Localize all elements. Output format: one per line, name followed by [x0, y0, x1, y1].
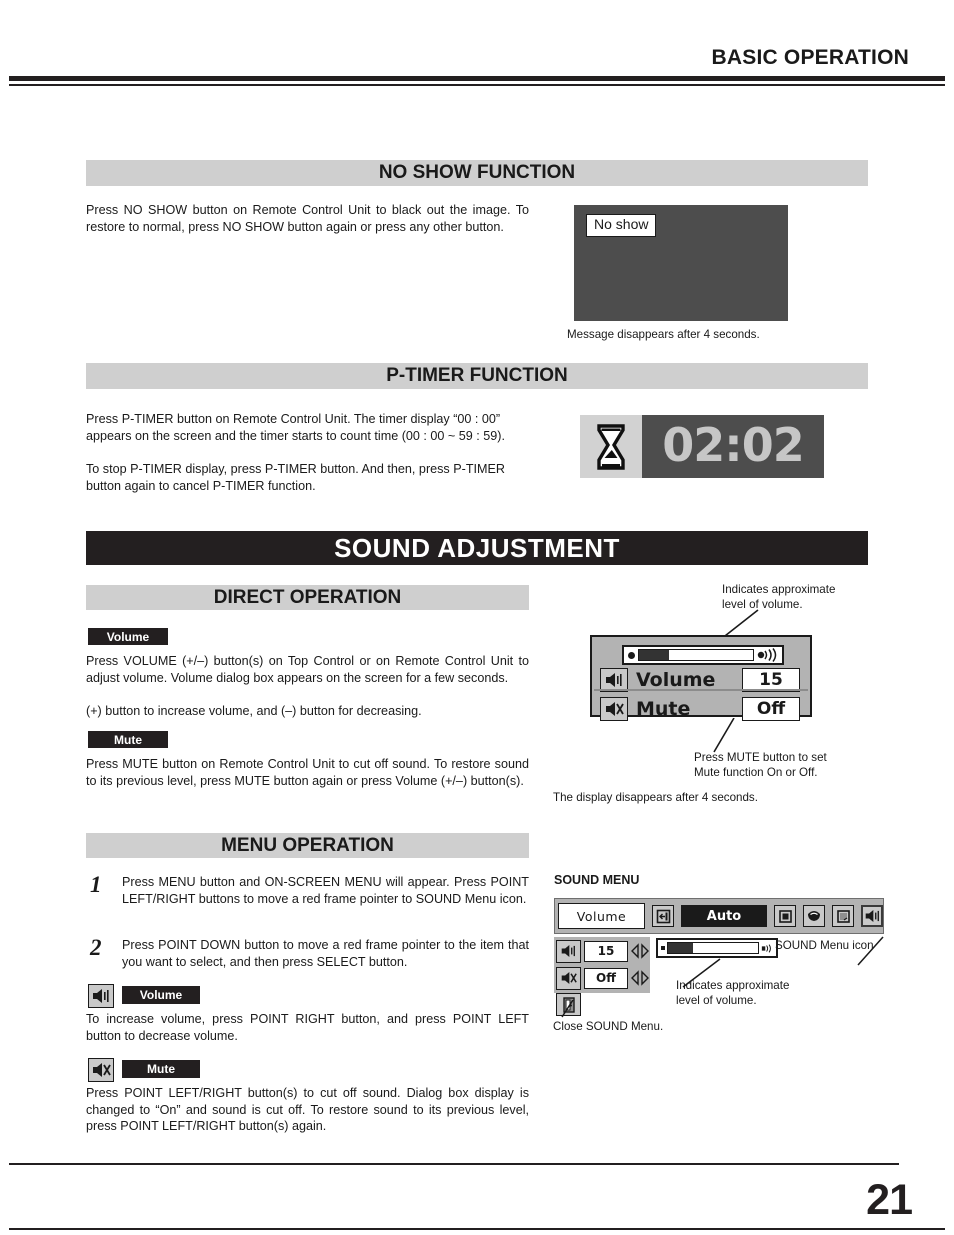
sound-menu-level-annotation-line1: Indicates approximate	[676, 979, 790, 992]
no-show-message-box: No show	[586, 214, 657, 237]
sound-menu-mute-value: Off	[584, 967, 628, 989]
slider-track	[638, 649, 754, 661]
slider-fill	[639, 650, 669, 660]
sound-menu-mute-item[interactable]: Off	[556, 966, 650, 990]
page-title: BASIC OPERATION	[711, 46, 909, 69]
header-rule-thin	[9, 84, 945, 86]
sound-menu-volume-slider	[656, 938, 778, 958]
slider-track	[667, 942, 759, 954]
sound-menu-level-annotation: Indicates approximate level of volume.	[676, 978, 856, 1008]
color-adjust-icon[interactable]	[803, 905, 825, 927]
volume-dialog-mute-row: Mute Off	[600, 695, 802, 723]
menu-volume-body: To increase volume, press POINT RIGHT bu…	[86, 1012, 529, 1043]
menu-operation-banner: MENU OPERATION	[86, 833, 529, 858]
p-timer-display-preview: 02:02	[580, 415, 824, 478]
footer-rule	[9, 1163, 899, 1165]
no-show-body: Press NO SHOW button on Remote Control U…	[86, 203, 529, 234]
screen-icon[interactable]	[774, 905, 796, 927]
sound-menu-title-box: Volume	[558, 903, 645, 929]
direct-mute-body: Press MUTE button on Remote Control Unit…	[86, 757, 529, 788]
sound-menu-auto-label[interactable]: Auto	[681, 905, 767, 927]
step-number-1: 1	[90, 872, 102, 897]
step-text-1: Press MENU button and ON-SCREEN MENU wil…	[122, 875, 529, 906]
volume-dialog-bottom-leader-line	[713, 718, 735, 753]
image-icon[interactable]	[832, 905, 854, 927]
left-right-arrows-icon[interactable]	[630, 970, 650, 986]
sound-menu-icon-annotation: SOUND Menu icon	[775, 939, 874, 952]
sound-menu-heading: SOUND MENU	[554, 873, 640, 887]
slider-min-dot-icon	[661, 946, 665, 950]
left-right-arrows-icon[interactable]	[630, 943, 650, 959]
close-sound-menu-annotation: Close SOUND Menu.	[553, 1020, 664, 1033]
sound-menu-bar: Volume Auto	[554, 898, 884, 934]
step-number-2: 2	[90, 935, 102, 960]
no-show-banner: NO SHOW FUNCTION	[86, 160, 868, 186]
menu-mute-pill: Mute	[122, 1060, 200, 1078]
volume-icon	[556, 939, 581, 963]
header-rule-thick	[9, 76, 945, 81]
sound-adjustment-banner: SOUND ADJUSTMENT	[86, 531, 868, 565]
slider-fill	[668, 943, 694, 953]
sound-menu-volume-value: 15	[584, 940, 628, 962]
volume-dialog-top-annotation-line1: Indicates approximate	[722, 583, 836, 596]
volume-dialog-preview: Volume 15 Mute Off	[590, 635, 812, 721]
menu-volume-pill: Volume	[122, 986, 200, 1004]
direct-volume-body-2: (+) button to increase volume, and (–) b…	[86, 704, 422, 718]
slider-max-speaker-icon	[761, 943, 773, 954]
slider-max-speaker-icon	[757, 648, 779, 662]
volume-slider	[622, 645, 784, 665]
hourglass-icon	[580, 415, 642, 478]
direct-volume-body: Press VOLUME (+/–) button(s) on Top Cont…	[86, 654, 529, 685]
sound-adjustment-banner-label: SOUND ADJUSTMENT	[334, 532, 620, 563]
direct-mute-pill: Mute	[88, 731, 168, 748]
no-show-caption: Message disappears after 4 seconds.	[567, 328, 760, 341]
no-show-banner-label: NO SHOW FUNCTION	[378, 162, 576, 183]
volume-dialog-volume-label: Volume	[636, 669, 716, 691]
direct-volume-pill: Volume	[88, 628, 168, 645]
sound-menu-volume-item[interactable]: 15	[556, 939, 650, 963]
p-timer-body-2: To stop P-TIMER display, press P-TIMER b…	[86, 462, 505, 493]
menu-mute-body: Press POINT LEFT/RIGHT button(s) to cut …	[86, 1086, 529, 1134]
step-text-2: Press POINT DOWN button to move a red fr…	[122, 938, 529, 969]
volume-dialog-mute-label: Mute	[636, 698, 691, 720]
p-timer-banner: P-TIMER FUNCTION	[86, 363, 868, 389]
direct-operation-banner-label: DIRECT OPERATION	[213, 586, 402, 608]
no-show-screen-preview: No show	[574, 205, 788, 321]
menu-mute-icon	[88, 1058, 114, 1082]
direct-operation-banner: DIRECT OPERATION	[86, 585, 529, 610]
input-icon[interactable]	[652, 905, 674, 927]
volume-dialog-bottom-annotation-line1: Press MUTE button to set	[694, 751, 827, 764]
p-timer-body-1: Press P-TIMER button on Remote Control U…	[86, 412, 505, 443]
volume-dialog-bottom-annotation-line2: Mute function On or Off.	[694, 766, 818, 779]
volume-dialog-bottom-annotation: Press MUTE button to set Mute function O…	[694, 750, 904, 780]
volume-dialog-divider	[594, 689, 808, 691]
mute-icon	[556, 966, 581, 990]
menu-volume-icon	[88, 984, 114, 1008]
sound-menu-level-annotation-line2: level of volume.	[676, 994, 757, 1007]
page-number: 21	[866, 1176, 913, 1224]
menu-operation-banner-label: MENU OPERATION	[221, 834, 394, 856]
p-timer-banner-label: P-TIMER FUNCTION	[386, 365, 568, 386]
volume-dialog-caption: The display disappears after 4 seconds.	[553, 791, 758, 804]
slider-min-dot-icon	[628, 651, 635, 659]
footer-rule-bottom	[9, 1228, 945, 1230]
mute-icon	[600, 697, 628, 721]
close-sound-menu-leader-line	[561, 1000, 574, 1018]
p-timer-digits: 02:02	[642, 415, 824, 478]
sound-icon[interactable]	[861, 905, 883, 927]
